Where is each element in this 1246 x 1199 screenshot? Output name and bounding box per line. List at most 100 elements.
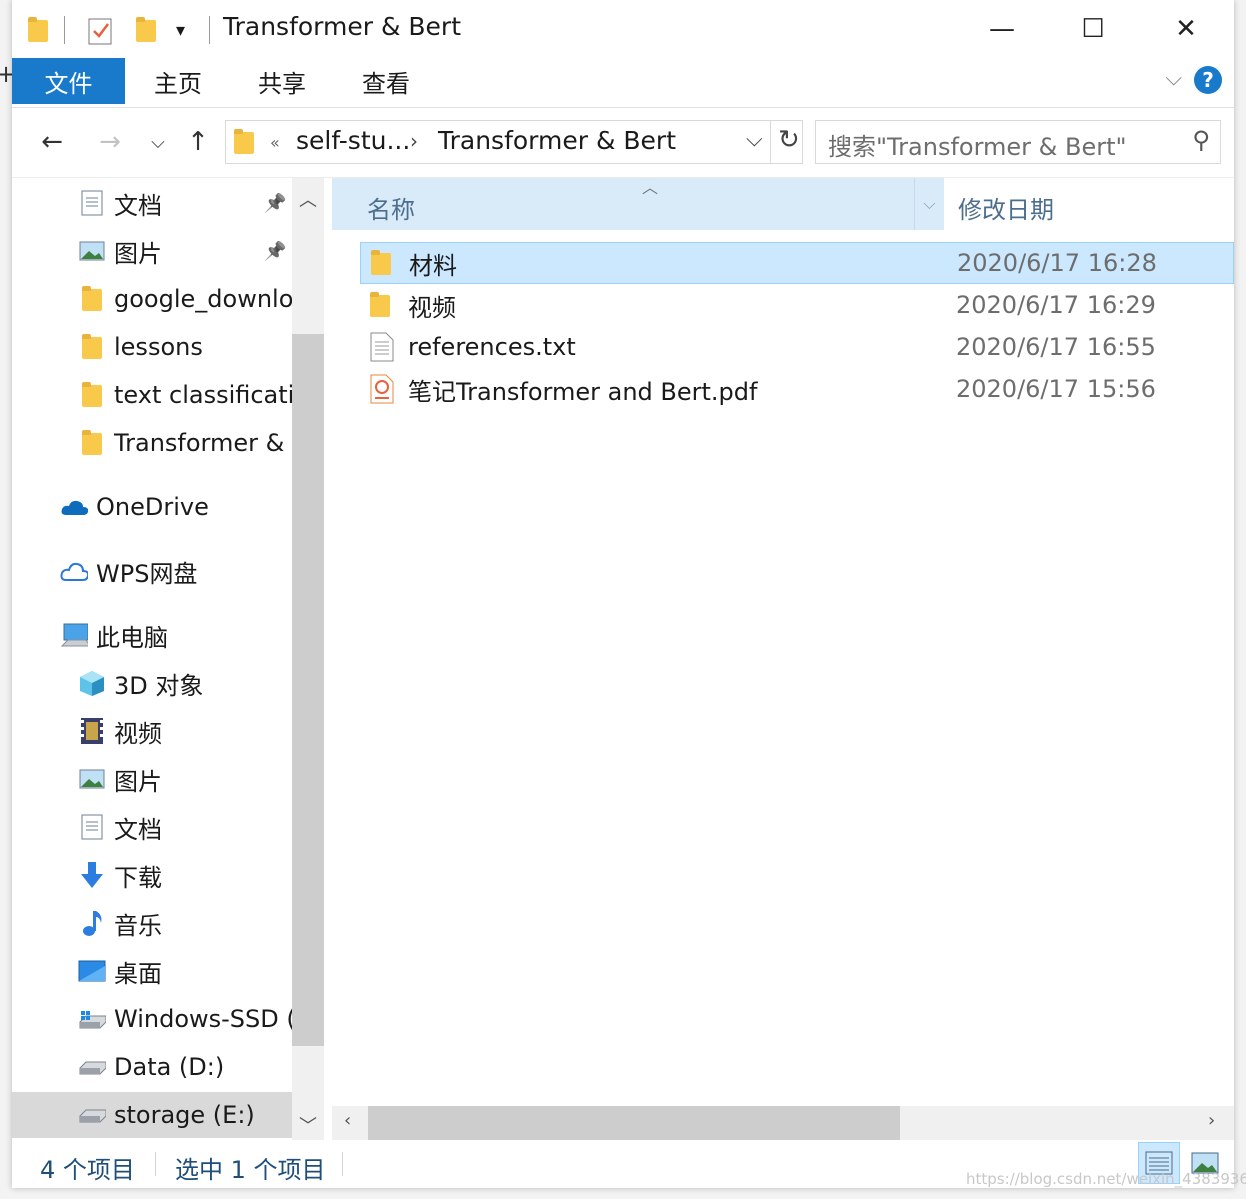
nav-item-storage-e[interactable]: storage (E:): [12, 1092, 292, 1138]
forward-button[interactable]: →: [94, 122, 126, 162]
nav-item-documents[interactable]: 文档: [12, 804, 292, 850]
desktop-icon: [78, 957, 106, 985]
window-title: Transformer & Bert: [223, 12, 462, 41]
nav-item-data-d[interactable]: Data (D:): [12, 1044, 292, 1090]
file-name: references.txt: [408, 333, 576, 361]
nav-item-onedrive[interactable]: OneDrive: [12, 484, 292, 530]
navigation-bar: ← → ⌵ ↑ « self-stu... › Transformer & Be…: [12, 108, 1234, 178]
column-header: 名称 ︿ ⌵ 修改日期: [332, 178, 1234, 230]
breadcrumb-overflow[interactable]: «: [270, 133, 280, 152]
nav-item-pictures-pinned[interactable]: 图片 📌: [12, 228, 292, 274]
nav-item-downloads[interactable]: 下载: [12, 852, 292, 898]
nav-item-music[interactable]: 音乐: [12, 900, 292, 946]
nav-item-label: 图片: [114, 239, 162, 268]
back-button[interactable]: ←: [36, 122, 68, 162]
file-date: 2020/6/17 15:56: [956, 375, 1156, 403]
address-bar[interactable]: « self-stu... › Transformer & Bert ⌵ ↻: [225, 120, 803, 164]
file-row-materials[interactable]: 材料 2020/6/17 16:28: [360, 242, 1234, 284]
nav-item-desktop[interactable]: 桌面: [12, 948, 292, 994]
title-divider: [209, 14, 210, 46]
nav-item-pictures[interactable]: 图片: [12, 756, 292, 802]
folder-icon: [78, 333, 106, 361]
breadcrumb-separator-icon[interactable]: ›: [410, 129, 418, 153]
maximize-button[interactable]: ☐: [1063, 6, 1123, 52]
minimize-button[interactable]: —: [972, 6, 1032, 52]
nav-item-label: 桌面: [114, 959, 162, 988]
properties-icon[interactable]: [88, 14, 114, 46]
scroll-right-icon[interactable]: ›: [1208, 1110, 1215, 1131]
selection-count: 选中 1 个项目: [175, 1156, 326, 1184]
tab-share[interactable]: 共享: [242, 58, 322, 104]
nav-item-google-downloads[interactable]: google_downlo: [12, 276, 292, 322]
file-row-references-txt[interactable]: references.txt 2020/6/17 16:55: [360, 326, 1234, 368]
scrollbar-thumb[interactable]: [292, 334, 324, 1046]
item-count: 4 个项目: [40, 1156, 135, 1184]
new-folder-icon[interactable]: [136, 14, 156, 46]
status-divider: [342, 1152, 343, 1176]
file-date: 2020/6/17 16:55: [956, 333, 1156, 361]
nav-item-transformer-bert[interactable]: Transformer & B: [12, 420, 292, 466]
expand-ribbon-icon[interactable]: ⌵: [1165, 66, 1182, 91]
help-button[interactable]: ?: [1194, 66, 1222, 94]
file-row-notes-pdf[interactable]: 笔记Transformer and Bert.pdf 2020/6/17 15:…: [360, 368, 1234, 410]
content-horizontal-scrollbar[interactable]: ‹ ›: [332, 1106, 1234, 1140]
nav-item-videos[interactable]: 视频: [12, 708, 292, 754]
nav-item-lessons[interactable]: lessons: [12, 324, 292, 370]
nav-item-this-pc[interactable]: 此电脑: [12, 612, 292, 658]
tab-view[interactable]: 查看: [346, 58, 426, 104]
up-button[interactable]: ↑: [182, 122, 214, 162]
pin-icon[interactable]: 📌: [264, 193, 286, 214]
3d-objects-icon: [78, 669, 106, 697]
quick-access-dropdown[interactable]: ▾: [176, 14, 185, 46]
pictures-icon: [78, 237, 106, 265]
nav-item-windows-ssd[interactable]: Windows-SSD (: [12, 996, 292, 1042]
tab-home[interactable]: 主页: [138, 58, 218, 104]
quick-access-divider: [64, 14, 65, 46]
column-header-date[interactable]: 修改日期: [958, 190, 1054, 225]
documents-icon: [78, 189, 106, 217]
address-folder-icon: [234, 129, 254, 159]
address-dropdown-icon[interactable]: ⌵: [746, 127, 763, 152]
downloads-icon: [78, 861, 106, 889]
pdf-file-icon: [370, 374, 398, 404]
recent-locations-button[interactable]: ⌵: [146, 122, 170, 162]
scrollbar-thumb[interactable]: [368, 1106, 900, 1140]
column-header-name[interactable]: 名称 ︿: [332, 178, 914, 230]
scroll-left-icon[interactable]: ‹: [344, 1110, 351, 1131]
drive-c-icon: [78, 1005, 106, 1033]
nav-pane-scrollbar[interactable]: ︿ ﹀: [292, 178, 324, 1140]
nav-item-label: WPS网盘: [96, 559, 198, 588]
search-icon[interactable]: ⚲: [1192, 126, 1210, 154]
tab-file[interactable]: 文件: [12, 58, 125, 104]
file-explorer-window: ▾ Transformer & Bert — ☐ ✕ 文件 主页 共享 查看 ⌵…: [12, 0, 1234, 1188]
nav-item-label: google_downlo: [114, 285, 292, 313]
scroll-up-icon[interactable]: ︿: [292, 186, 324, 212]
folder-icon: [78, 285, 106, 313]
search-input[interactable]: 搜索"Transformer & Bert" ⚲: [815, 120, 1221, 164]
close-button[interactable]: ✕: [1156, 6, 1216, 52]
window-folder-icon: [28, 14, 48, 46]
nav-item-3d-objects[interactable]: 3D 对象: [12, 660, 292, 706]
sort-ascending-icon: ︿: [642, 178, 659, 197]
file-list: 名称 ︿ ⌵ 修改日期 材料 2020/6/17 16:28 视频 2020/6…: [332, 178, 1234, 1140]
column-filter-dropdown-icon[interactable]: ⌵: [914, 178, 944, 230]
music-icon: [78, 909, 106, 937]
breadcrumb-current[interactable]: Transformer & Bert: [438, 126, 676, 155]
nav-item-label: text classificatio: [114, 381, 292, 409]
nav-item-text-classification[interactable]: text classificatio: [12, 372, 292, 418]
nav-item-label: Data (D:): [114, 1053, 225, 1081]
ribbon-tabs: 文件 主页 共享 查看 ⌵ ?: [12, 58, 1234, 108]
nav-item-documents-pinned[interactable]: 文档 📌: [12, 180, 292, 226]
drive-icon: [78, 1053, 106, 1081]
nav-item-wps-cloud[interactable]: WPS网盘: [12, 548, 292, 594]
file-row-videos[interactable]: 视频 2020/6/17 16:29: [360, 284, 1234, 326]
videos-icon: [78, 717, 106, 745]
refresh-icon[interactable]: ↻: [778, 125, 800, 155]
column-name-label: 名称: [367, 196, 415, 224]
scroll-down-icon[interactable]: ﹀: [292, 1112, 324, 1138]
pin-icon[interactable]: 📌: [264, 241, 286, 262]
breadcrumb-self-study[interactable]: self-stu...: [296, 126, 410, 155]
nav-item-label: Transformer & B: [114, 429, 292, 457]
documents-icon: [78, 813, 106, 841]
nav-item-label: lessons: [114, 333, 203, 361]
